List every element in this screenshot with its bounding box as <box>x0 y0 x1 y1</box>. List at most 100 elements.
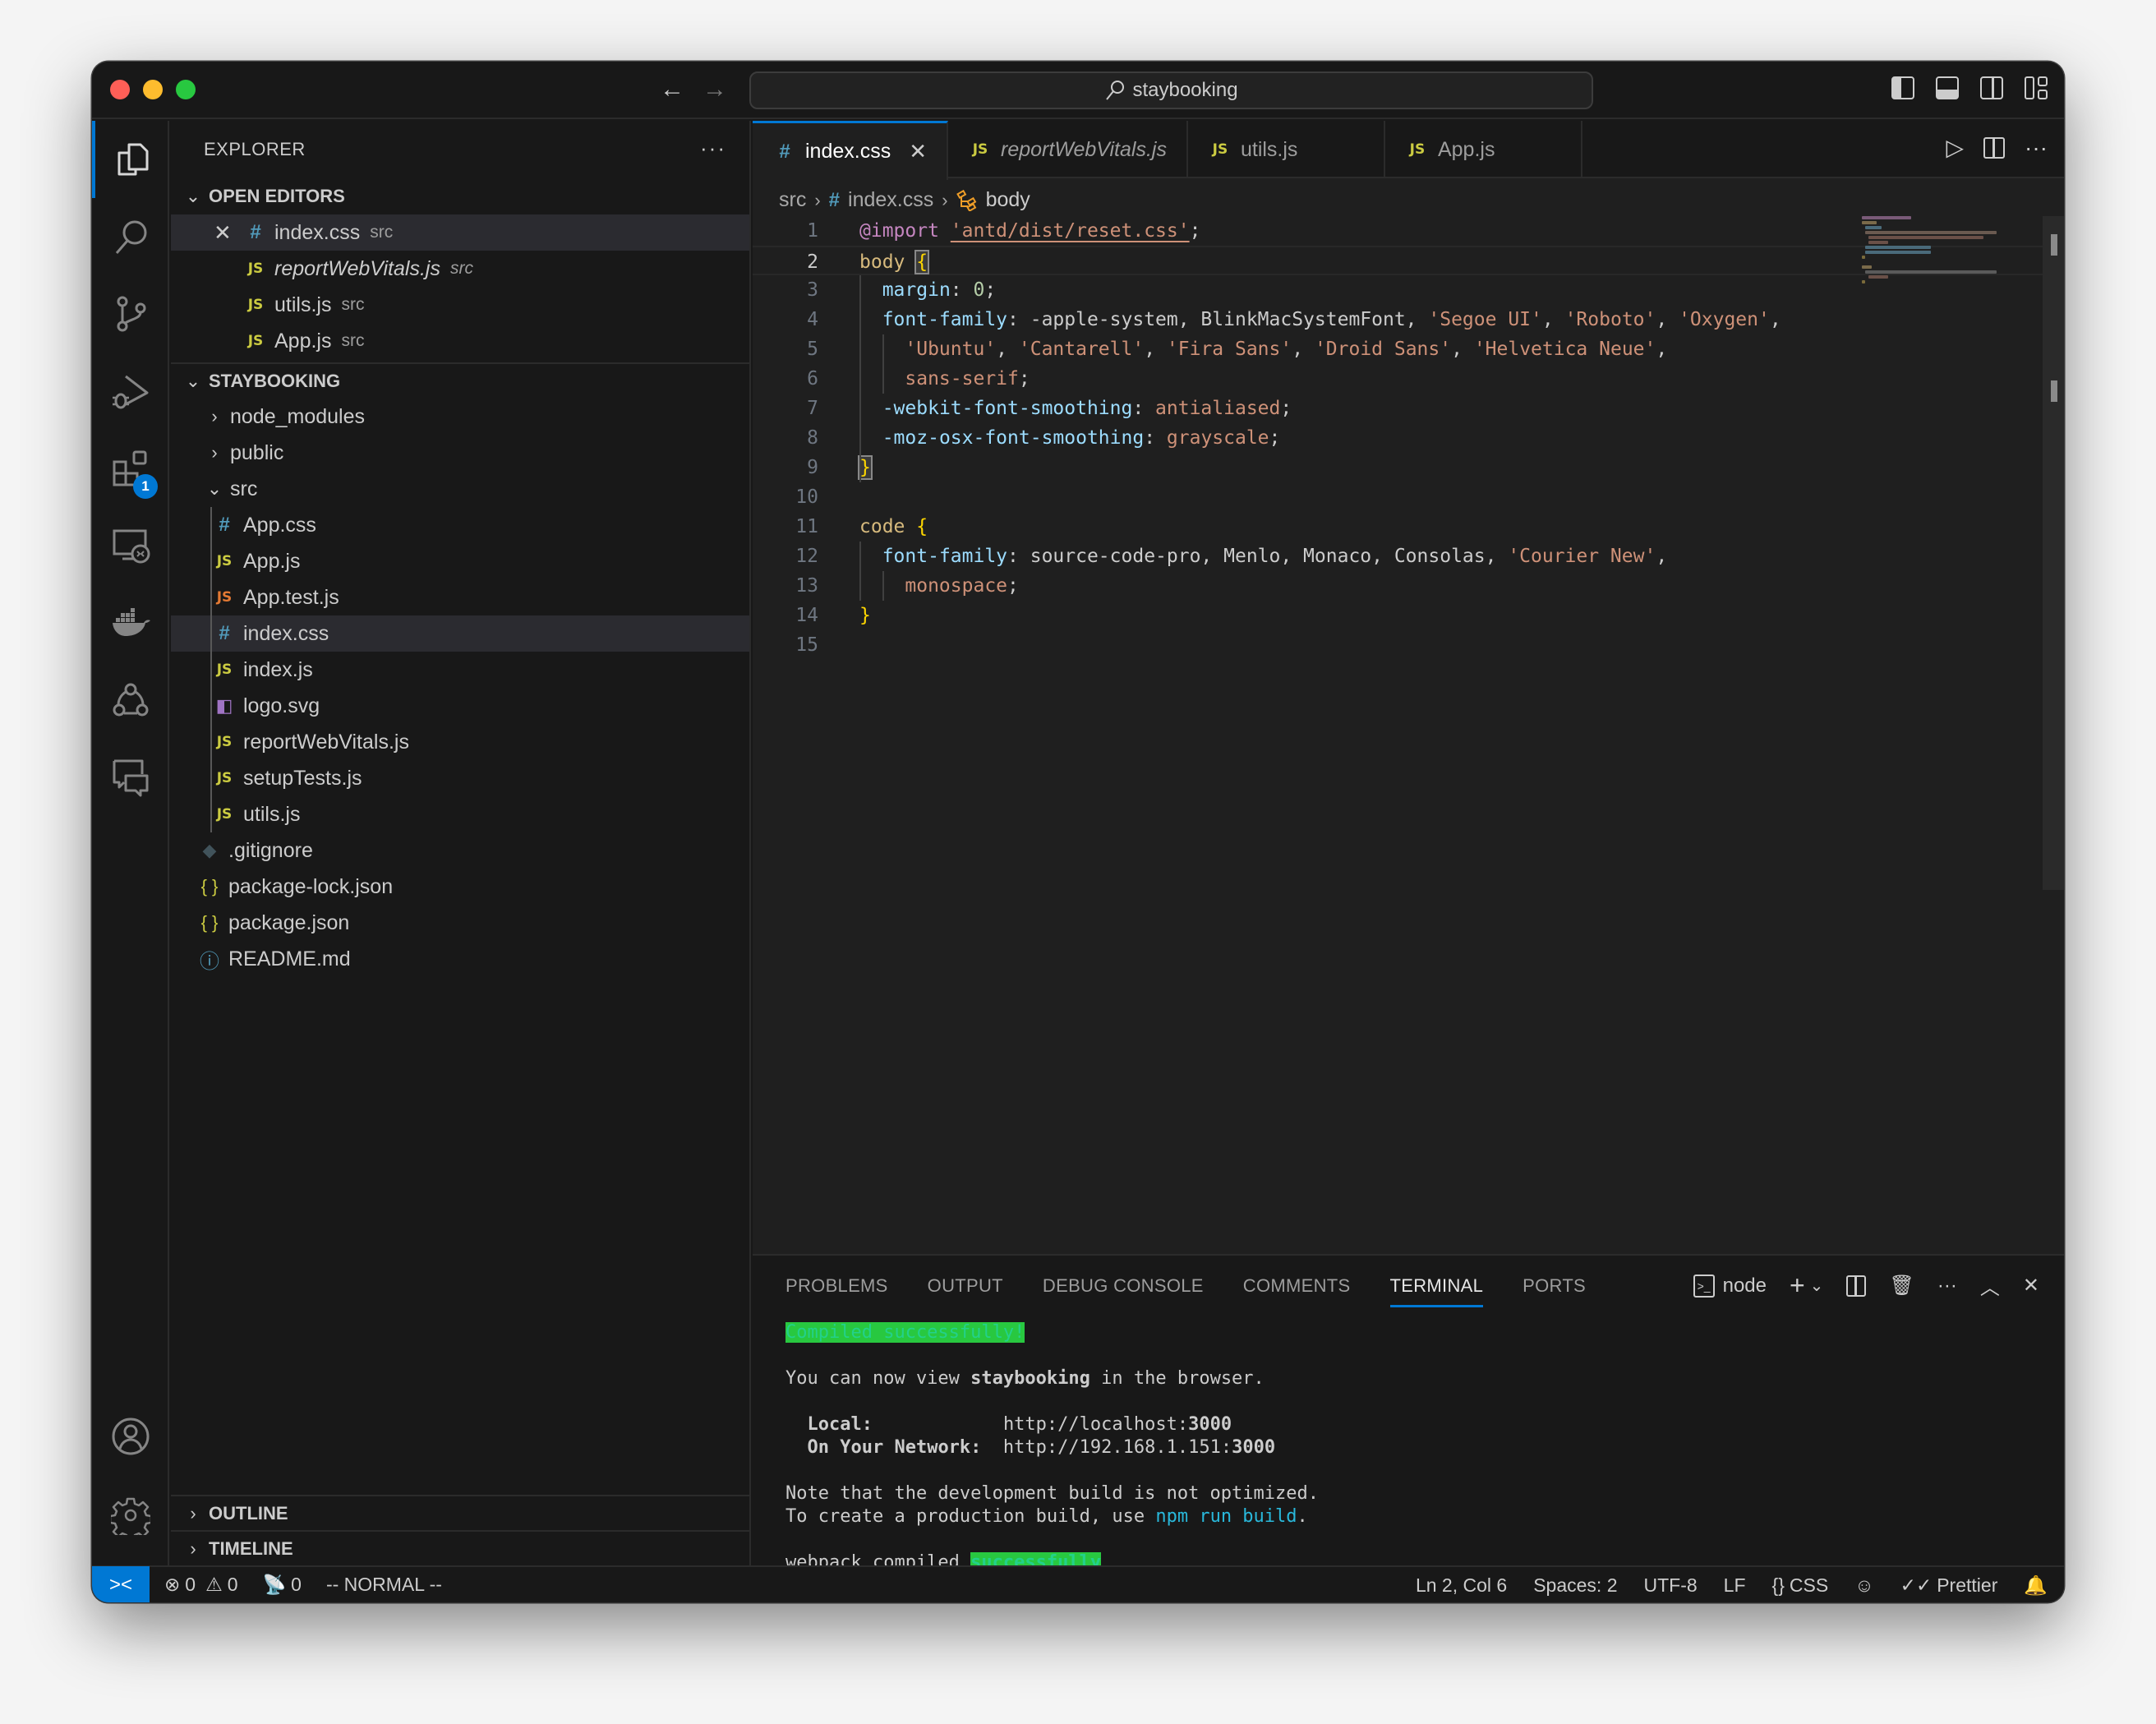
customize-layout-icon[interactable] <box>2025 76 2048 99</box>
scrollbar-thumb[interactable] <box>2051 234 2057 256</box>
maximize-window-button[interactable] <box>176 80 196 99</box>
code-line[interactable]: 12 font-family: source-code-pro, Menlo, … <box>753 542 2064 571</box>
code-line[interactable]: 4 font-family: -apple-system, BlinkMacSy… <box>753 305 2064 334</box>
forward-arrow-icon[interactable]: → <box>698 73 731 106</box>
close-tab-icon[interactable]: ✕ <box>909 139 927 164</box>
activity-accounts[interactable] <box>92 1398 169 1475</box>
problems-status[interactable]: ⊗ 0 ⚠ 0 <box>164 1574 238 1596</box>
toggle-panel-icon[interactable] <box>1936 76 1959 99</box>
open-editor-item[interactable]: JS reportWebVitals.js src <box>171 251 749 287</box>
editor-scrollbar[interactable] <box>2043 216 2064 890</box>
terminal-name[interactable]: node <box>1723 1275 1767 1298</box>
code-line[interactable]: 6 sans-serif; <box>753 364 2064 394</box>
activity-extensions[interactable]: 1 <box>92 430 169 507</box>
code-line[interactable]: 10 <box>753 482 2064 512</box>
file-item[interactable]: JS index.js <box>171 652 749 688</box>
notifications-bell-icon[interactable]: 🔔 <box>2024 1574 2048 1597</box>
outline-header[interactable]: › OUTLINE <box>171 1495 749 1530</box>
code-line[interactable]: 5 'Ubuntu', 'Cantarell', 'Fira Sans', 'D… <box>753 334 2064 364</box>
file-item[interactable]: # App.css <box>171 507 749 543</box>
file-item[interactable]: JS setupTests.js <box>171 760 749 796</box>
close-panel-icon[interactable]: ✕ <box>2023 1274 2039 1298</box>
activity-docker[interactable] <box>92 584 169 661</box>
panel-tab-problems[interactable]: PROBLEMS <box>785 1275 888 1307</box>
indentation[interactable]: Spaces: 2 <box>1533 1574 1617 1597</box>
panel-tab-ports[interactable]: PORTS <box>1523 1275 1586 1307</box>
close-icon[interactable]: ✕ <box>214 220 232 246</box>
code-line[interactable]: 15 <box>753 630 2064 660</box>
breadcrumb-folder[interactable]: src <box>779 188 806 212</box>
open-editor-item[interactable]: ✕ # index.css src <box>171 214 749 251</box>
language-mode[interactable]: {} CSS <box>1772 1574 1829 1597</box>
breadcrumb-symbol[interactable]: body <box>986 188 1030 212</box>
prettier-status[interactable]: ✓✓ Prettier <box>1900 1574 1998 1597</box>
more-actions-icon[interactable]: ··· <box>700 136 726 161</box>
file-item[interactable]: JS App.test.js <box>171 579 749 615</box>
open-editor-item[interactable]: JS App.js src <box>171 323 749 359</box>
toggle-primary-sidebar-icon[interactable] <box>1891 76 1914 99</box>
folder-item[interactable]: ⌄ src <box>171 471 749 507</box>
file-item[interactable]: { } package-lock.json <box>171 869 749 905</box>
file-item[interactable]: ◆ .gitignore <box>171 832 749 869</box>
open-editor-item[interactable]: JS utils.js src <box>171 287 749 323</box>
ports-status[interactable]: 📡 0 <box>263 1574 302 1596</box>
local-url[interactable]: http://localhost: <box>1003 1414 1188 1435</box>
activity-explorer[interactable] <box>92 121 169 198</box>
command-center-search[interactable]: staybooking <box>749 71 1593 109</box>
file-item[interactable]: ⓘ README.md <box>171 941 749 977</box>
file-item[interactable]: JS utils.js <box>171 796 749 832</box>
panel-tab-comments[interactable]: COMMENTS <box>1243 1275 1351 1307</box>
code-line[interactable]: 14} <box>753 601 2064 630</box>
toggle-secondary-sidebar-icon[interactable] <box>1980 76 2003 99</box>
run-icon[interactable]: ▷ <box>1946 134 1964 161</box>
code-line[interactable]: 11 code { <box>753 512 2064 542</box>
panel-tab-output[interactable]: OUTPUT <box>928 1275 1003 1307</box>
file-item[interactable]: # index.css <box>171 615 749 652</box>
file-item[interactable]: JS reportWebVitals.js <box>171 724 749 760</box>
panel-tab-terminal[interactable]: TERMINAL <box>1389 1275 1484 1307</box>
folder-item[interactable]: › public <box>171 435 749 471</box>
more-actions-icon[interactable]: ··· <box>1937 1275 1957 1298</box>
cursor-position[interactable]: Ln 2, Col 6 <box>1416 1574 1507 1597</box>
folder-item[interactable]: › node_modules <box>171 399 749 435</box>
remote-indicator-icon[interactable]: >< <box>92 1566 150 1602</box>
activity-search[interactable] <box>92 198 169 275</box>
split-terminal-icon[interactable] <box>1846 1275 1867 1297</box>
trash-icon[interactable]: 🗑 <box>1889 1274 1914 1298</box>
file-item[interactable]: JS App.js <box>171 543 749 579</box>
timeline-header[interactable]: › TIMELINE <box>171 1530 749 1565</box>
scrollbar-thumb[interactable] <box>2051 380 2057 402</box>
activity-comments[interactable] <box>92 739 169 816</box>
split-editor-icon[interactable] <box>1983 136 2006 159</box>
more-actions-icon[interactable]: ··· <box>2025 135 2048 161</box>
chevron-down-icon[interactable]: ⌄ <box>1810 1275 1824 1296</box>
encoding[interactable]: UTF-8 <box>1644 1574 1698 1597</box>
code-line[interactable]: 8 -moz-osx-font-smoothing: grayscale; <box>753 423 2064 453</box>
project-header[interactable]: ⌄ STAYBOOKING <box>171 362 749 399</box>
panel-tab-debug-console[interactable]: DEBUG CONSOLE <box>1043 1275 1204 1307</box>
file-item[interactable]: ◧ logo.svg <box>171 688 749 724</box>
open-editors-header[interactable]: ⌄ OPEN EDITORS <box>171 178 749 214</box>
activity-manage[interactable] <box>92 1477 169 1554</box>
activity-github-actions[interactable] <box>92 661 169 739</box>
minimap[interactable] <box>1862 216 2026 298</box>
activity-remote-explorer[interactable] <box>92 507 169 584</box>
editor-tab[interactable]: JS utils.js <box>1188 121 1385 178</box>
new-terminal-icon[interactable]: + <box>1790 1270 1805 1301</box>
end-of-line[interactable]: LF <box>1724 1574 1746 1597</box>
network-url[interactable]: http://192.168.1.151: <box>1003 1437 1232 1458</box>
editor-tab[interactable]: # index.css ✕ <box>753 121 949 180</box>
minimize-window-button[interactable] <box>143 80 163 99</box>
file-item[interactable]: { } package.json <box>171 905 749 941</box>
activity-run-debug[interactable] <box>92 353 169 430</box>
maximize-panel-icon[interactable]: ︿ <box>1980 1271 2000 1300</box>
copilot-icon[interactable]: ☺ <box>1854 1574 1873 1597</box>
code-line[interactable]: 7 -webkit-font-smoothing: antialiased; <box>753 394 2064 423</box>
close-window-button[interactable] <box>110 80 130 99</box>
editor-tab[interactable]: JS reportWebVitals.js <box>948 121 1188 178</box>
back-arrow-icon[interactable]: ← <box>656 73 689 106</box>
editor-tab[interactable]: JS App.js <box>1385 121 1582 178</box>
activity-source-control[interactable] <box>92 275 169 353</box>
code-line[interactable]: 9} <box>753 453 2064 482</box>
breadcrumb-file[interactable]: index.css <box>848 188 933 212</box>
